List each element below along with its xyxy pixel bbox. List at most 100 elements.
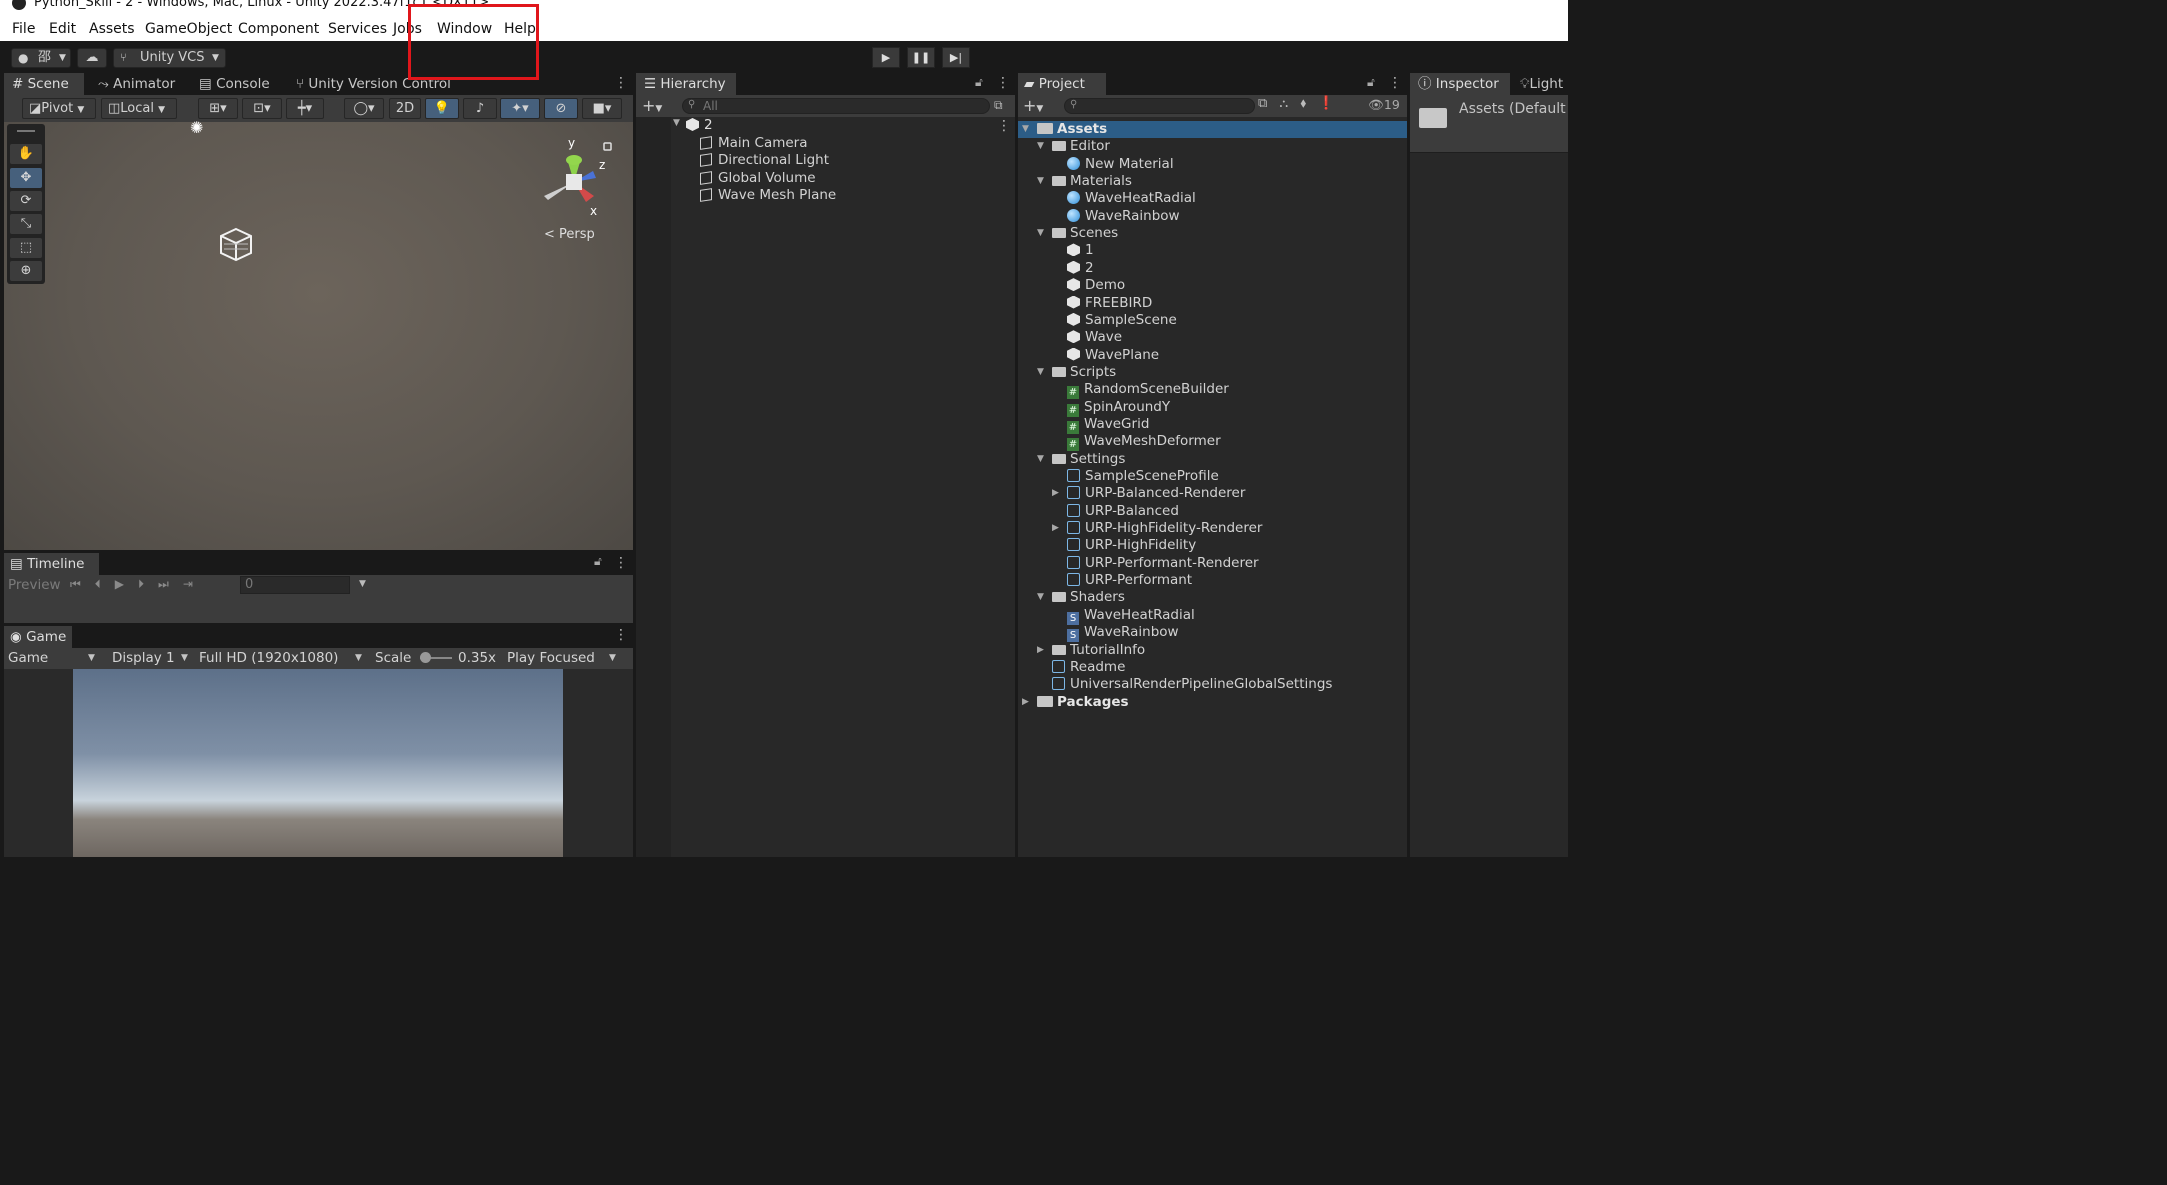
hand-tool-button[interactable]: ✋ xyxy=(10,144,42,164)
pivot-dropdown[interactable]: ◪Pivot ▼ xyxy=(22,98,96,119)
expand-arrow-icon[interactable]: ▼ xyxy=(1037,364,1044,381)
menu-help[interactable]: Help xyxy=(504,21,536,37)
hierarchy-item[interactable]: Wave Mesh Plane xyxy=(700,187,836,204)
project-item[interactable]: Assets xyxy=(1037,121,1107,138)
project-item[interactable]: New Material xyxy=(1067,156,1174,173)
project-item[interactable]: URP-Balanced xyxy=(1067,503,1179,520)
add-button[interactable]: +▼ xyxy=(642,96,662,115)
cloud-button[interactable]: ☁ xyxy=(77,48,107,68)
projection-toggle[interactable]: < Persp xyxy=(544,227,595,242)
project-item[interactable]: Materials xyxy=(1052,173,1132,190)
hierarchy-item[interactable]: Directional Light xyxy=(700,152,829,169)
project-item[interactable]: # SpinAroundY xyxy=(1067,399,1170,417)
orientation-gizmo[interactable]: y z x xyxy=(538,136,618,220)
project-item[interactable]: S WaveHeatRadial xyxy=(1067,607,1195,625)
project-item[interactable]: Demo xyxy=(1067,277,1125,294)
project-item[interactable]: Packages xyxy=(1037,694,1129,711)
preview-button[interactable]: Preview xyxy=(8,577,61,593)
project-item[interactable]: URP-Performant-Renderer xyxy=(1067,555,1259,572)
display-dropdown[interactable]: Display 1 xyxy=(112,650,175,666)
expand-arrow-icon[interactable]: ▼ xyxy=(673,118,680,128)
rect-tool-button[interactable]: ⬚ xyxy=(10,238,42,258)
menu-gameobject[interactable]: GameObject xyxy=(145,21,232,37)
tab-project[interactable]: ▰ Project xyxy=(1018,73,1106,95)
project-item[interactable]: Settings xyxy=(1052,451,1125,468)
project-item[interactable]: Scenes xyxy=(1052,225,1118,242)
play-mode-dropdown[interactable]: Play Focused xyxy=(507,650,595,666)
tab-game[interactable]: ◉ Game xyxy=(4,626,72,648)
tab-version-control[interactable]: ⑂ Unity Version Control xyxy=(296,73,451,95)
local-dropdown[interactable]: ◫Local ▼ xyxy=(101,98,177,119)
transform-tool-button[interactable]: ⊕ xyxy=(10,261,42,281)
project-item[interactable]: UniversalRenderPipelineGlobalSettings xyxy=(1052,676,1332,693)
lock-icon[interactable]: 🔓︎ xyxy=(975,75,983,90)
tab-inspector[interactable]: ⓘ Inspector xyxy=(1410,73,1510,95)
project-item[interactable]: Scripts xyxy=(1052,364,1116,381)
menu-services[interactable]: Services xyxy=(328,21,387,37)
kebab-menu-icon[interactable]: ⋮ xyxy=(614,75,628,91)
scale-slider[interactable] xyxy=(420,652,452,663)
expand-arrow-icon[interactable]: ▼ xyxy=(1037,225,1044,242)
expand-arrow-icon[interactable]: ▼ xyxy=(1037,173,1044,190)
game-view-dropdown[interactable]: Game xyxy=(8,650,48,666)
project-item[interactable]: URP-HighFidelity-Renderer xyxy=(1067,520,1262,537)
effects-dropdown[interactable]: ✦▾ xyxy=(500,98,540,119)
grid-snap-button[interactable]: ⊞▾ xyxy=(198,98,238,119)
audio-toggle[interactable]: ♪ xyxy=(463,98,497,119)
toggle-2d-button[interactable]: 2D xyxy=(389,98,421,119)
create-button[interactable]: +▼ xyxy=(1023,96,1043,115)
kebab-menu-icon[interactable]: ⋮ xyxy=(997,118,1011,134)
project-item[interactable]: Wave xyxy=(1067,329,1122,346)
project-item[interactable]: 1 xyxy=(1067,242,1094,259)
tab-timeline[interactable]: ▤ Timeline xyxy=(4,553,99,575)
project-item[interactable]: WaveRainbow xyxy=(1067,208,1180,225)
project-item[interactable]: S WaveRainbow xyxy=(1067,624,1179,643)
hierarchy-item[interactable]: Global Volume xyxy=(700,170,816,187)
visibility-toggle[interactable]: ⊘ xyxy=(544,98,578,119)
search-options-icon[interactable]: ⧉ xyxy=(994,98,1003,113)
resolution-dropdown[interactable]: Full HD (1920x1080) xyxy=(199,650,338,666)
project-item[interactable]: SampleScene xyxy=(1067,312,1177,329)
project-search-input[interactable]: ⚲ xyxy=(1064,98,1255,114)
ruler-button[interactable]: ┿▾ xyxy=(286,98,324,119)
project-item[interactable]: WaveHeatRadial xyxy=(1067,190,1196,207)
project-item[interactable]: # WaveGrid xyxy=(1067,416,1149,434)
menu-assets[interactable]: Assets xyxy=(89,21,135,37)
collapse-arrow-icon[interactable]: ▶ xyxy=(1022,694,1029,711)
project-item[interactable]: URP-Performant xyxy=(1067,572,1192,589)
menu-edit[interactable]: Edit xyxy=(49,21,76,37)
playback-controls[interactable]: ⏮⏴▶⏵⏭⇥ xyxy=(70,577,207,592)
tab-animator[interactable]: ⤳ Animator xyxy=(98,73,175,95)
hierarchy-search-input[interactable]: ⚲ All xyxy=(682,98,990,114)
scale-tool-button[interactable]: ⤡ xyxy=(10,214,42,234)
kebab-menu-icon[interactable]: ⋮ xyxy=(1388,75,1402,91)
hierarchy-item[interactable]: Main Camera xyxy=(700,135,808,152)
rotate-tool-button[interactable]: ⟳ xyxy=(10,191,42,211)
collapse-arrow-icon[interactable]: ▶ xyxy=(1037,642,1044,659)
kebab-menu-icon[interactable]: ⋮ xyxy=(614,627,628,643)
tab-lighting[interactable]: 💡︎Light xyxy=(1520,73,1568,95)
menu-file[interactable]: File xyxy=(12,21,35,37)
menu-jobs[interactable]: Jobs xyxy=(393,21,422,37)
collapse-arrow-icon[interactable]: ▶ xyxy=(1052,520,1059,537)
step-button[interactable]: ▶| xyxy=(942,47,970,68)
expand-arrow-icon[interactable]: ▼ xyxy=(1037,138,1044,155)
project-item[interactable]: 2 xyxy=(1067,260,1094,277)
expand-arrow-icon[interactable]: ▼ xyxy=(1037,451,1044,468)
pause-button[interactable]: ❚❚ xyxy=(907,47,935,68)
scene-root[interactable]: 2 xyxy=(686,117,713,133)
expand-arrow-icon[interactable]: ▼ xyxy=(1022,121,1029,138)
lighting-toggle[interactable]: 💡 xyxy=(425,98,459,119)
camera-dropdown[interactable]: ■▾ xyxy=(582,98,622,119)
project-item[interactable]: WavePlane xyxy=(1067,347,1159,364)
project-item[interactable]: URP-HighFidelity xyxy=(1067,537,1196,554)
lock-icon[interactable]: 🔓︎ xyxy=(594,554,602,569)
project-item[interactable]: URP-Balanced-Renderer xyxy=(1067,485,1245,502)
move-tool-button[interactable]: ✥ xyxy=(10,168,42,188)
tab-console[interactable]: ▤ Console xyxy=(199,73,270,95)
project-item[interactable]: Editor xyxy=(1052,138,1110,155)
tab-scene[interactable]: # Scene xyxy=(4,73,84,95)
increment-snap-button[interactable]: ⊡▾ xyxy=(242,98,282,119)
project-item[interactable]: # WaveMeshDeformer xyxy=(1067,433,1221,452)
project-item[interactable]: Readme xyxy=(1052,659,1125,676)
